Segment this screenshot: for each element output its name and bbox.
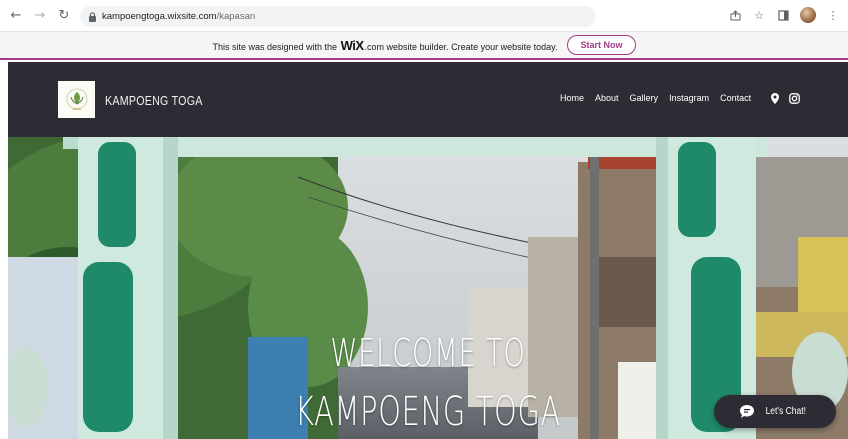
bookmark-star-icon[interactable]: ☆ (752, 8, 766, 22)
nav-home[interactable]: Home (560, 93, 584, 103)
hero-title-line1: WELCOME TO (330, 331, 526, 375)
instagram-icon[interactable] (789, 93, 800, 104)
reload-icon[interactable]: ↻ (56, 8, 72, 24)
wix-promo-banner: This site was designed with the WiX.com … (0, 32, 848, 60)
kebab-menu-icon[interactable]: ⋮ (826, 8, 840, 22)
browser-toolbar: ← → ↻ kampoengtoga.wixsite.com/kapasan ☆… (0, 0, 848, 32)
lock-icon (86, 11, 98, 23)
address-bar[interactable]: kampoengtoga.wixsite.com/kapasan (80, 6, 596, 27)
site-header: KAMPOENG TOGA Home About Gallery Instagr… (8, 62, 848, 137)
url-domain: kampoengtoga.wixsite.com (102, 11, 217, 22)
back-arrow-icon[interactable]: ← (8, 8, 24, 24)
brand-name[interactable]: KAMPOENG TOGA (105, 93, 203, 108)
location-pin-icon[interactable] (771, 93, 779, 104)
lets-chat-button[interactable]: Let's Chat! (714, 395, 836, 428)
nav-contact[interactable]: Contact (720, 93, 751, 103)
hero-section: WELCOME TO KAMPOENG TOGA (8, 137, 848, 439)
start-now-button[interactable]: Start Now (567, 35, 636, 55)
wix-banner-text-before: This site was designed with the (212, 41, 338, 52)
wix-banner-text: This site was designed with the WiX.com … (213, 38, 558, 53)
hero-title-line2: KAMPOENG TOGA (295, 389, 561, 435)
site-logo[interactable] (58, 81, 95, 118)
wix-logo[interactable]: WiX (341, 38, 364, 53)
url-text: kampoengtoga.wixsite.com/kapasan (102, 11, 255, 22)
forward-arrow-icon[interactable]: → (32, 8, 48, 24)
chat-bubble-icon (740, 405, 755, 418)
profile-avatar[interactable] (800, 7, 816, 23)
nav-instagram[interactable]: Instagram (669, 93, 709, 103)
nav-about[interactable]: About (595, 93, 619, 103)
leaf-logo-icon (66, 88, 87, 110)
main-nav: Home About Gallery Instagram Contact (560, 93, 751, 103)
wix-banner-text-after: .com website builder. Create your websit… (364, 41, 558, 52)
url-path: /kapasan (216, 11, 256, 22)
share-icon[interactable] (728, 8, 742, 22)
nav-gallery[interactable]: Gallery (630, 93, 659, 103)
chat-label: Let's Chat! (765, 406, 807, 417)
side-panel-icon[interactable] (776, 8, 790, 22)
